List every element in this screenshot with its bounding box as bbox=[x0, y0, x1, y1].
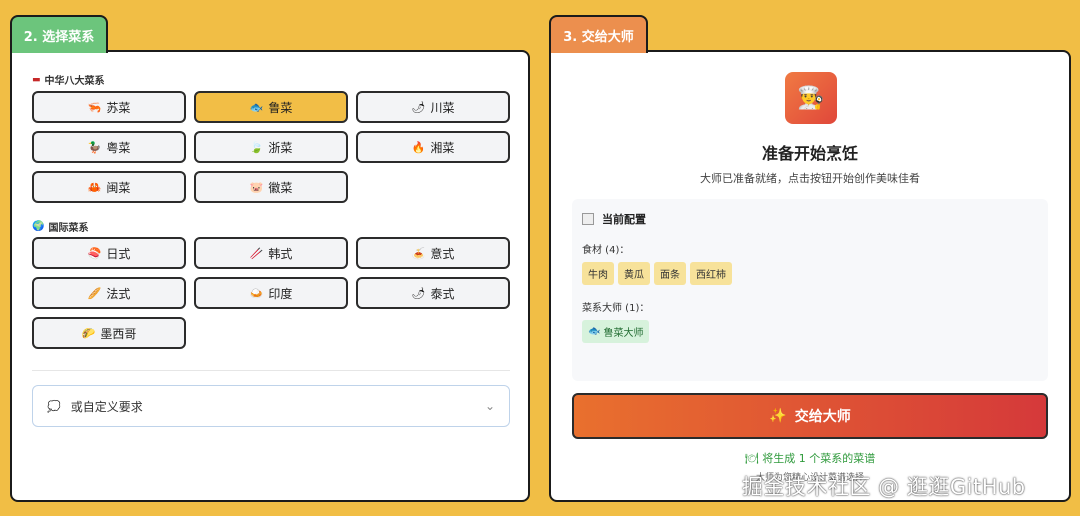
master-chip: 🐟 鲁菜大师 bbox=[582, 320, 650, 343]
speech-bubble-icon: 💭 bbox=[47, 399, 61, 413]
ingredient-chip: 西红柿 bbox=[690, 262, 732, 285]
chef-icon: 👨‍🍳 bbox=[785, 72, 837, 124]
cuisine-label: 徽菜 bbox=[268, 180, 293, 195]
flag-icon: ▬ bbox=[32, 74, 41, 85]
cuisine-emoji-icon: 🐟 bbox=[249, 100, 264, 114]
checkbox-icon bbox=[582, 213, 594, 225]
current-config: 当前配置 食材 (4)： 牛肉 黄瓜 面条 西红柿 菜系大师 (1)： 🐟 鲁菜大师 bbox=[572, 199, 1048, 381]
cuisine-button-3[interactable]: 🦆 粤菜 bbox=[32, 131, 186, 163]
cuisine-label: 墨西哥 bbox=[100, 326, 137, 341]
cuisine-button-0[interactable]: 🦐 苏菜 bbox=[32, 91, 186, 123]
master-chip-label: 鲁菜大师 bbox=[603, 328, 644, 339]
cuisine-emoji-icon: 🍃 bbox=[249, 140, 264, 154]
cuisine-button-4[interactable]: 🍛 印度 bbox=[194, 277, 348, 309]
cuisine-button-3[interactable]: 🥖 法式 bbox=[32, 277, 186, 309]
watermark: 掘金技术社区 @ 逛逛GitHub bbox=[742, 475, 1026, 499]
cuisine-label: 浙菜 bbox=[268, 140, 293, 155]
cuisine-button-4[interactable]: 🍃 浙菜 bbox=[194, 131, 348, 163]
cuisine-label: 闽菜 bbox=[106, 180, 131, 195]
cuisine-label: 川菜 bbox=[430, 100, 455, 115]
ready-subtitle: 大师已准备就绪，点击按钮开始创作美味佳肴 bbox=[700, 172, 920, 185]
international-cuisine-grid: 🍣 日式 🥢 韩式 🍝 意式 🥖 法式 🍛 印度 🌶 泰式 🌮 墨西哥 bbox=[32, 237, 510, 349]
ingredient-chips: 牛肉 黄瓜 面条 西红柿 bbox=[582, 262, 1038, 285]
custom-requirement-select[interactable]: 💭 或自定义要求 ⌄ bbox=[32, 385, 510, 427]
cuisine-emoji-icon: 🥖 bbox=[87, 286, 102, 300]
ingredient-chip: 黄瓜 bbox=[618, 262, 650, 285]
cuisine-emoji-icon: 🥢 bbox=[249, 246, 264, 260]
cuisine-button-0[interactable]: 🍣 日式 bbox=[32, 237, 186, 269]
generation-note: 🍽 将生成 1 个菜系的菜谱 bbox=[744, 452, 876, 465]
cuisine-label: 法式 bbox=[106, 286, 131, 301]
cuisine-emoji-icon: 🌶 bbox=[411, 286, 426, 300]
cuisine-button-6[interactable]: 🌮 墨西哥 bbox=[32, 317, 186, 349]
master-chips: 🐟 鲁菜大师 bbox=[582, 320, 1038, 343]
chinese-cuisine-grid: 🦐 苏菜 🐟 鲁菜 🌶 川菜 🦆 粤菜 🍃 浙菜 🔥 湘菜 🦀 闽菜 🐷 徽菜 bbox=[32, 91, 510, 203]
cuisine-emoji-icon: 🍝 bbox=[411, 246, 426, 260]
cuisine-button-2[interactable]: 🍝 意式 bbox=[356, 237, 510, 269]
international-cuisine-section: 🌍 国际菜系 bbox=[32, 219, 88, 234]
cuisine-label: 苏菜 bbox=[106, 100, 131, 115]
cuisine-label: 湘菜 bbox=[430, 140, 455, 155]
cuisine-label: 韩式 bbox=[268, 246, 293, 261]
chevron-down-icon: ⌄ bbox=[484, 399, 495, 413]
cuisine-label: 日式 bbox=[106, 246, 131, 261]
sparkle-icon: ✨ bbox=[769, 408, 787, 424]
handoff-master-button[interactable]: ✨ 交给大师 bbox=[572, 393, 1048, 439]
tab-handoff-master[interactable]: 3. 交给大师 bbox=[549, 15, 648, 53]
cuisine-button-7[interactable]: 🐷 徽菜 bbox=[194, 171, 348, 203]
cuisine-label: 泰式 bbox=[430, 286, 455, 301]
handoff-master-label: 交给大师 bbox=[794, 409, 851, 425]
cuisine-panel: ▬ 中华八大菜系 🦐 苏菜 🐟 鲁菜 🌶 川菜 🦆 粤菜 🍃 浙菜 🔥 湘菜 🦀 闽菜 🐷 徽菜 🌍 国际菜系… bbox=[10, 50, 530, 502]
divider bbox=[32, 370, 510, 371]
international-cuisine-label: 国际菜系 bbox=[48, 223, 89, 234]
fish-icon: 🐟 bbox=[588, 326, 601, 337]
ingredients-label: 食材 (4)： bbox=[582, 245, 630, 256]
ingredient-chip: 面条 bbox=[654, 262, 686, 285]
globe-icon: 🌍 bbox=[32, 221, 45, 232]
tab-select-cuisine[interactable]: 2. 选择菜系 bbox=[10, 15, 108, 53]
cuisine-emoji-icon: 🍣 bbox=[87, 246, 102, 260]
ingredient-chip: 牛肉 bbox=[582, 262, 614, 285]
cuisine-button-1[interactable]: 🐟 鲁菜 bbox=[194, 91, 348, 123]
config-heading: 当前配置 bbox=[582, 211, 1038, 227]
cuisine-button-2[interactable]: 🌶 川菜 bbox=[356, 91, 510, 123]
cuisine-emoji-icon: 🦀 bbox=[87, 180, 102, 194]
cuisine-emoji-icon: 🐷 bbox=[249, 180, 264, 194]
cuisine-emoji-icon: 🔥 bbox=[411, 140, 426, 154]
chinese-cuisine-section: ▬ 中华八大菜系 bbox=[32, 72, 105, 88]
cuisine-label: 粤菜 bbox=[106, 140, 131, 155]
cuisine-button-5[interactable]: 🔥 湘菜 bbox=[356, 131, 510, 163]
cuisine-emoji-icon: 🦐 bbox=[87, 100, 102, 114]
cuisine-label: 意式 bbox=[430, 246, 455, 261]
master-panel: 👨‍🍳 准备开始烹饪 大师已准备就绪，点击按钮开始创作美味佳肴 当前配置 食材 … bbox=[549, 50, 1071, 502]
cuisine-emoji-icon: 🌮 bbox=[81, 326, 96, 340]
ready-title: 准备开始烹饪 bbox=[761, 144, 858, 163]
masters-label: 菜系大师 (1)： bbox=[582, 303, 650, 314]
config-heading-label: 当前配置 bbox=[602, 213, 646, 226]
cuisine-label: 鲁菜 bbox=[268, 100, 293, 115]
cuisine-button-5[interactable]: 🌶 泰式 bbox=[356, 277, 510, 309]
cuisine-emoji-icon: 🌶 bbox=[411, 100, 426, 114]
custom-requirement-label: 或自定义要求 bbox=[70, 399, 143, 414]
cuisine-button-1[interactable]: 🥢 韩式 bbox=[194, 237, 348, 269]
cuisine-emoji-icon: 🍛 bbox=[249, 286, 264, 300]
cuisine-emoji-icon: 🦆 bbox=[87, 140, 102, 154]
cuisine-label: 印度 bbox=[268, 286, 293, 301]
cuisine-button-6[interactable]: 🦀 闽菜 bbox=[32, 171, 186, 203]
chinese-cuisine-label: 中华八大菜系 bbox=[44, 76, 105, 87]
